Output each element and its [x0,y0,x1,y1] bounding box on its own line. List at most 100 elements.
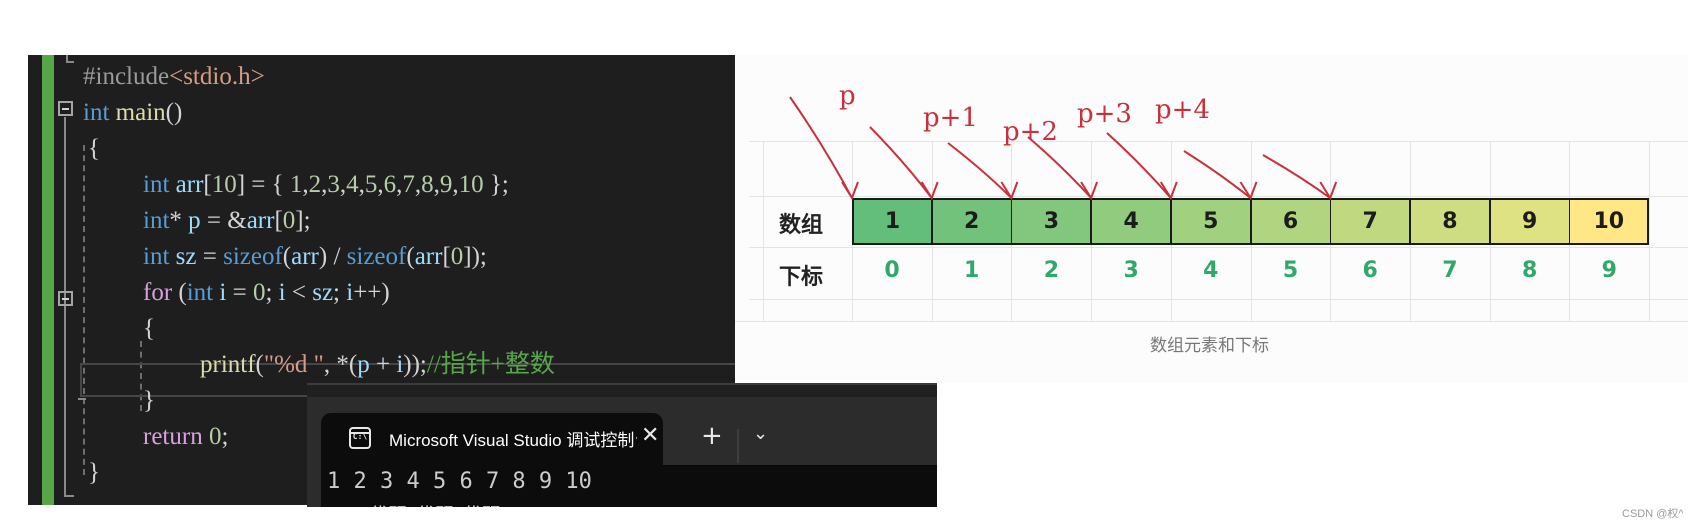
code-token: arr [291,243,319,270]
pointer-label: p+2 [1003,117,1058,147]
code-token: = & [200,207,247,234]
code-token: ( [282,243,292,270]
code-token: } [143,387,155,414]
code-token: 7 [402,171,415,198]
console-tab[interactable]: C:\ Microsoft Visual Studio 调试控制台 ✕ [321,413,663,465]
code-token: int [143,171,170,198]
code-token: { [88,135,100,162]
code-token: int [83,99,110,126]
code-token: ]; [295,207,311,234]
code-token: ( [406,243,415,270]
code-line[interactable]: { [88,131,100,167]
new-tab-button[interactable]: + [701,421,723,451]
pointer-label: p [839,81,856,111]
code-line[interactable]: printf("%d ", *(p + i));//指针+整数 [200,347,555,383]
code-token: ; [265,279,279,306]
code-token: * [169,207,189,234]
code-token: i [278,279,286,306]
code-token: 10 [211,171,237,198]
code-token: "%d " [263,351,324,378]
code-line[interactable]: } [88,455,100,491]
code-line[interactable]: #include<stdio.h> [83,59,265,95]
code-token: 2 [308,171,322,198]
console-output-area[interactable]: 1 2 3 4 5 6 7 8 9 10 D:\代码\代码\代码\... [321,465,937,507]
code-token: 0 [450,243,464,270]
code-token: arr [414,243,443,270]
code-line[interactable]: int* p = &arr[0]; [143,203,311,239]
code-token: ) / [318,243,347,270]
code-token: 10 [458,171,484,198]
code-token: sizeof [223,243,283,270]
code-token: < [285,279,313,306]
outline-guide [64,495,74,497]
pointer-arrow [1262,154,1338,201]
code-token: #include [83,63,170,90]
code-line[interactable]: int main() [83,95,182,131]
code-line[interactable]: for (int i = 0; i < sz; i++) [143,275,390,311]
code-token: sizeof [346,243,407,270]
code-token: int [186,279,214,306]
close-icon[interactable]: ✕ [641,423,659,448]
watermark: CSDN @权^ [1622,508,1684,520]
code-token: = [196,243,224,270]
console-output-line: 1 2 3 4 5 6 7 8 9 10 [327,469,592,494]
code-token: p [357,351,370,378]
code-token: sz [175,243,197,270]
code-line[interactable]: int sz = sizeof(arr) / sizeof(arr[0]); [143,239,487,275]
code-line[interactable]: int arr[10] = { 1,2,3,4,5,6,7,8,9,10 }; [143,167,509,203]
collapse-main-icon[interactable] [58,101,73,116]
code-token: p [188,207,201,234]
code-token: printf [200,351,256,378]
array-diagram: 数组 下标 1 2 3 4 5 6 7 8 9 10 0123456789 p p+1 p+2 p+3 p… [735,55,1688,383]
code-token: arr [246,207,275,234]
code-token: ] = { [236,171,290,198]
code-token: 6 [383,171,397,198]
pointer-arrow [947,142,1019,201]
indent-guide [83,145,85,475]
change-indicator-bar [42,55,54,505]
code-line[interactable]: return 0; [143,419,228,455]
code-token: }; [483,171,509,198]
console-tab-title: Microsoft Visual Studio 调试控制台 [389,431,637,450]
code-line[interactable]: } [143,383,155,419]
code-token: 9 [439,171,453,198]
window-frame [307,385,937,397]
pointer-arrow [789,96,859,201]
code-token: , *( [323,351,358,378]
code-token: [ [442,243,451,270]
console-icon: C:\ [349,427,371,449]
code-line[interactable]: { [143,311,155,347]
pointer-label: p+3 [1077,99,1132,129]
code-token: 8 [421,171,434,198]
pointer-label: p+4 [1155,95,1210,125]
code-token: { [143,315,155,342]
code-token: 0 [252,279,266,306]
pointer-arrow [1106,132,1178,201]
outline-guide [78,398,86,400]
code-token: ; [221,423,229,450]
code-token: () [165,99,183,126]
code-token: ; [333,279,347,306]
code-token: arr [175,171,204,198]
code-token: 0 [208,423,222,450]
pointer-arrow [869,126,939,201]
diagram-caption: 数组元素和下标 [1150,336,1269,356]
code-token: sz [312,279,334,306]
code-token: 1 [289,171,303,198]
code-token: } [88,459,100,486]
code-token: [ [274,207,283,234]
code-token: 5 [364,171,378,198]
code-token: int [143,207,170,234]
outline-guide [64,117,66,497]
chevron-down-icon[interactable]: ⌄ [753,423,768,444]
collapse-for-icon[interactable] [58,291,73,306]
code-token: //指针+整数 [426,351,555,378]
code-token: = [226,279,253,306]
code-token: + [369,351,397,378]
divider [737,429,739,463]
outline-guide [66,61,74,63]
code-token: for [143,279,173,306]
code-token: ( [172,279,187,306]
console-output-line-partial: D:\代码\代码\代码\... [327,499,528,507]
debug-console-window[interactable]: C:\ Microsoft Visual Studio 调试控制台 ✕ + ⌄ … [307,383,937,507]
